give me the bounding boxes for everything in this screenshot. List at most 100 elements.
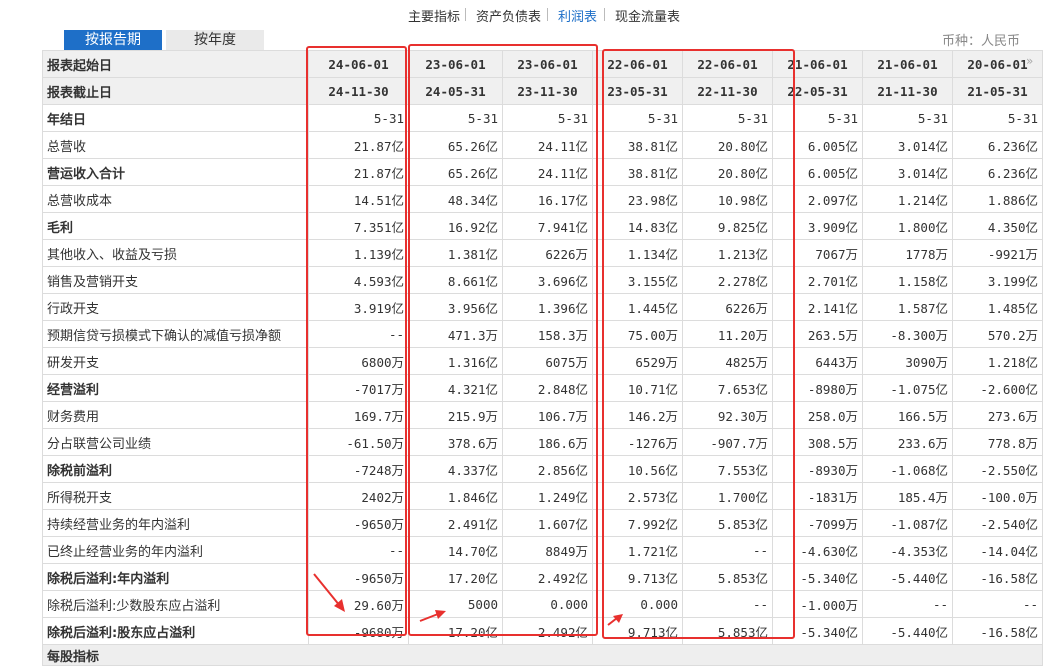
value-cell: -16.58亿	[952, 617, 1043, 645]
value-cell: 22-06-01	[682, 50, 773, 78]
value-cell: -1.000万	[772, 590, 863, 618]
value-cell: 24-11-30	[308, 77, 409, 105]
value-cell: 8849万	[502, 536, 593, 564]
value-cell: -9680万	[308, 617, 409, 645]
row-label: 已终止经营业务的年内溢利	[42, 536, 309, 564]
value-cell: -1.087亿	[862, 509, 953, 537]
value-cell: 0.000	[502, 590, 593, 618]
value-cell: 1.213亿	[682, 239, 773, 267]
value-cell: 7.992亿	[592, 509, 683, 537]
value-cell: 3.696亿	[502, 266, 593, 294]
nav-main-indicators[interactable]: 主要指标	[408, 6, 460, 25]
table-row: 除税后溢利:少数股东应占溢利 29.60万 5000 0.000 0.000 -- -1.0…	[42, 590, 1043, 618]
value-cell: 21.87亿	[308, 131, 409, 159]
value-cell: -100.0万	[952, 482, 1043, 510]
value-cell: 1.396亿	[502, 293, 593, 321]
nav-cash-flow[interactable]: 现金流量表	[615, 6, 680, 25]
value-cell: 14.51亿	[308, 185, 409, 213]
value-cell: 1.214亿	[862, 185, 953, 213]
value-cell: 1.587亿	[862, 293, 953, 321]
table-row: 除税后溢利:年内溢利 -9650万 17.20亿 2.492亿 9.713亿 5.853亿…	[42, 563, 1043, 591]
value-cell: 16.17亿	[502, 185, 593, 213]
value-cell: 48.34亿	[408, 185, 503, 213]
value-cell: 7.553亿	[682, 455, 773, 483]
table-row: 其他收入、收益及亏损 1.139亿 1.381亿 6226万 1.134亿 1.213亿 7…	[42, 239, 1043, 267]
value-cell: 2.097亿	[772, 185, 863, 213]
row-label: 报表起始日	[42, 50, 309, 78]
table-row: 营运收入合计 21.87亿 65.26亿 24.11亿 38.81亿 20.80亿 6.00…	[42, 158, 1043, 186]
value-cell: --	[952, 590, 1043, 618]
value-cell: 17.20亿	[408, 617, 503, 645]
value-cell: 24.11亿	[502, 158, 593, 186]
scroll-right-icon[interactable]: »	[1026, 54, 1033, 68]
nav-balance-sheet[interactable]: 资产负债表	[476, 6, 541, 25]
value-cell: --	[308, 320, 409, 348]
value-cell: 0.000	[592, 590, 683, 618]
value-cell: 5-31	[682, 104, 773, 132]
nav-separator	[547, 8, 548, 21]
table-row: 分占联营公司业绩 -61.50万 378.6万 186.6万 -1276万 -907.7万…	[42, 428, 1043, 456]
row-label: 除税前溢利	[42, 455, 309, 483]
value-cell: 38.81亿	[592, 158, 683, 186]
value-cell: -8930万	[772, 455, 863, 483]
value-cell: -5.440亿	[862, 563, 953, 591]
value-cell: 1.485亿	[952, 293, 1043, 321]
row-label: 除税后溢利:股东应占溢利	[42, 617, 309, 645]
value-cell: 8.661亿	[408, 266, 503, 294]
value-cell: 21-11-30	[862, 77, 953, 105]
value-cell: 1.139亿	[308, 239, 409, 267]
value-cell: 6.005亿	[772, 158, 863, 186]
nav-income-statement[interactable]: 利润表	[558, 6, 597, 25]
value-cell: 23-06-01	[408, 50, 503, 78]
table-row: 所得税开支 2402万 1.846亿 1.249亿 2.573亿 1.700亿 -1831万…	[42, 482, 1043, 510]
table-body: 报表起始日 24-06-01 23-06-01 23-06-01 22-06-01 22-…	[42, 50, 1043, 666]
table-row: 总营收成本 14.51亿 48.34亿 16.17亿 23.98亿 10.98亿 2.097…	[42, 185, 1043, 213]
value-cell: 3.014亿	[862, 158, 953, 186]
row-label: 营运收入合计	[42, 158, 309, 186]
value-cell: 1.800亿	[862, 212, 953, 240]
table-row: 除税前溢利 -7248万 4.337亿 2.856亿 10.56亿 7.553亿 -8930…	[42, 455, 1043, 483]
value-cell: 7.941亿	[502, 212, 593, 240]
value-cell: 146.2万	[592, 401, 683, 429]
value-cell: 570.2万	[952, 320, 1043, 348]
value-cell: 10.98亿	[682, 185, 773, 213]
value-cell: 14.83亿	[592, 212, 683, 240]
value-cell: 3.155亿	[592, 266, 683, 294]
tab-report-period[interactable]: 按报告期	[64, 30, 162, 50]
value-cell: 23-11-30	[502, 77, 593, 105]
value-cell: 4.337亿	[408, 455, 503, 483]
value-cell: 20.80亿	[682, 158, 773, 186]
tab-annual[interactable]: 按年度	[166, 30, 264, 50]
value-cell: 5-31	[502, 104, 593, 132]
nav-separator	[604, 8, 605, 21]
value-cell: 9.825亿	[682, 212, 773, 240]
value-cell: -8.300万	[862, 320, 953, 348]
value-cell: 3090万	[862, 347, 953, 375]
value-cell: 5.853亿	[682, 509, 773, 537]
value-cell: 2402万	[308, 482, 409, 510]
value-cell: -5.440亿	[862, 617, 953, 645]
income-statement-table: 报表起始日 24-06-01 23-06-01 23-06-01 22-06-01 22-…	[42, 50, 1043, 666]
value-cell: 4.350亿	[952, 212, 1043, 240]
nav-separator	[465, 8, 466, 21]
statement-nav: 主要指标 资产负债表 利润表 现金流量表	[0, 0, 1054, 30]
value-cell: -8980万	[772, 374, 863, 402]
value-cell: 1.218亿	[952, 347, 1043, 375]
value-cell: 23-06-01	[502, 50, 593, 78]
value-cell: -1.068亿	[862, 455, 953, 483]
row-label: 研发开支	[42, 347, 309, 375]
row-label: 年结日	[42, 104, 309, 132]
value-cell: -7017万	[308, 374, 409, 402]
value-cell: 5000	[408, 590, 503, 618]
value-cell: 6226万	[682, 293, 773, 321]
value-cell: 186.6万	[502, 428, 593, 456]
row-label: 所得税开支	[42, 482, 309, 510]
value-cell: 24-05-31	[408, 77, 503, 105]
header-row: 报表截止日 24-11-30 24-05-31 23-11-30 23-05-31 22-…	[42, 77, 1043, 105]
value-cell: 6529万	[592, 347, 683, 375]
value-cell: 4.593亿	[308, 266, 409, 294]
value-cell: 22-11-30	[682, 77, 773, 105]
value-cell: 7.653亿	[682, 374, 773, 402]
table-row: 总营收 21.87亿 65.26亿 24.11亿 38.81亿 20.80亿 6.005亿 3…	[42, 131, 1043, 159]
value-cell: 23-05-31	[592, 77, 683, 105]
